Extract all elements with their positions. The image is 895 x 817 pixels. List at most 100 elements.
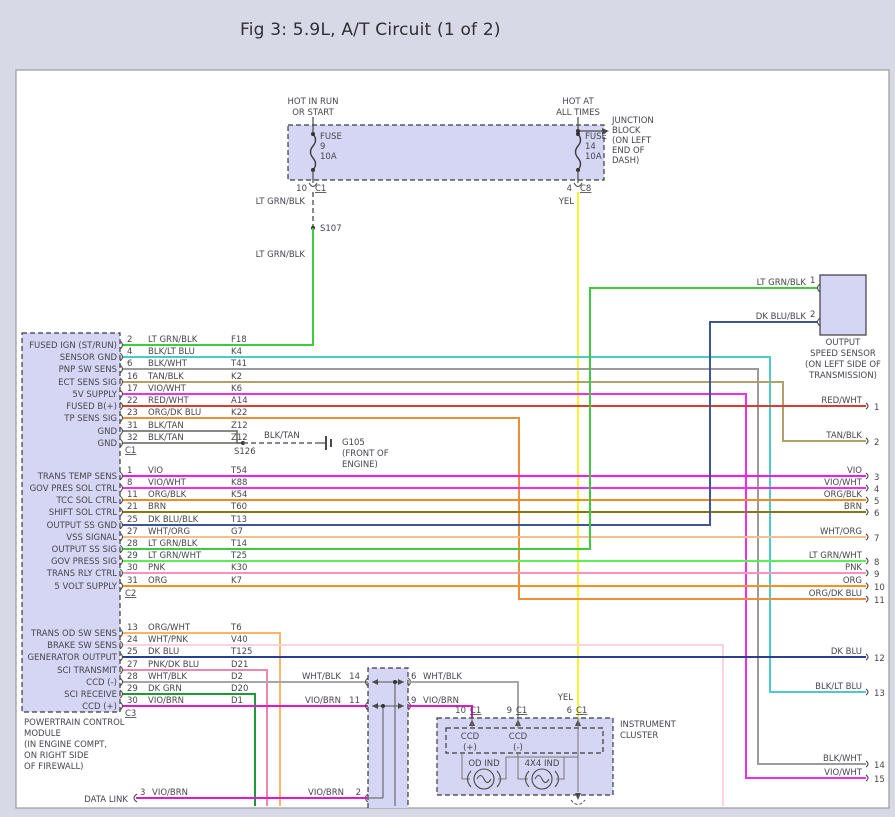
edge-wire-label: BRN bbox=[844, 502, 862, 512]
ground-label: (FRONT OF bbox=[342, 449, 389, 459]
wire-color-label: WHT/BLK bbox=[423, 672, 462, 682]
pcm-wire-color: ORG/DK BLU bbox=[148, 408, 201, 418]
edge-pin-number: 8 bbox=[874, 558, 879, 568]
jb-connector-ref: C1 bbox=[315, 184, 326, 194]
pcm-connector-ref: C2 bbox=[125, 589, 136, 599]
edge-wire-label: ORG bbox=[843, 576, 862, 586]
edge-pin-number: 15 bbox=[874, 775, 885, 785]
pcm-pin-number: 13 bbox=[127, 623, 138, 633]
pcm-wire-color: BLK/TAN bbox=[148, 433, 184, 443]
connector-pin-number: 14 bbox=[349, 672, 360, 682]
pcm-pin-number: 30 bbox=[127, 696, 138, 706]
pcm-signal-label: GOV PRES SOL CTRL bbox=[30, 484, 118, 494]
pcm-pin-number: 28 bbox=[127, 539, 138, 549]
pcm-signal-label: TCC SOL CTRL bbox=[55, 496, 117, 506]
data-link-label: DATA LINK bbox=[84, 795, 128, 805]
sensor-caption: OUTPUT bbox=[826, 338, 861, 348]
wire-color-label: BLK/TAN bbox=[264, 431, 300, 441]
junction-block-label: BLOCK bbox=[612, 126, 641, 136]
cluster-connector-ref: C1 bbox=[576, 706, 587, 716]
pcm-connector-ref: C3 bbox=[125, 709, 136, 719]
pcm-signal-label: GENERATOR OUTPUT bbox=[27, 653, 117, 663]
pcm-wire-color: TAN/BLK bbox=[147, 372, 184, 382]
pcm-circuit-code: T54 bbox=[230, 466, 247, 476]
ccd-plus-label: (+) bbox=[463, 743, 477, 753]
junction-block-label: END OF bbox=[612, 146, 645, 156]
wire-color-label: LT GRN/BLK bbox=[757, 278, 807, 288]
pcm-signal-label: GND bbox=[98, 439, 118, 449]
pcm-pin-number: 2 bbox=[127, 335, 132, 345]
pcm-wire-color: PNK/DK BLU bbox=[148, 660, 199, 670]
pcm-pin-number: 32 bbox=[127, 433, 138, 443]
pcm-signal-label: PNP SW SENS bbox=[59, 365, 117, 375]
wire-color-label: VIO/BRN bbox=[308, 788, 344, 798]
edge-wire-label: RED/WHT bbox=[821, 396, 862, 406]
edge-wire-label: BLK/LT BLU bbox=[815, 682, 862, 692]
pcm-caption: MODULE bbox=[24, 729, 61, 739]
junction-block-label: (ON LEFT bbox=[612, 136, 652, 146]
ccd-plus-label: CCD bbox=[461, 732, 480, 742]
pcm-signal-label: SCI RECEIVE bbox=[64, 690, 117, 700]
connector-pin-number: 11 bbox=[349, 696, 360, 706]
pcm-pin-number: 25 bbox=[127, 647, 138, 657]
edge-pin-number: 7 bbox=[874, 534, 879, 544]
pcm-wire-color: ORG bbox=[148, 576, 167, 586]
pcm-pin-number: 31 bbox=[127, 421, 138, 431]
connector-pin-number: 9 bbox=[411, 696, 416, 706]
pcm-circuit-code: K6 bbox=[231, 384, 242, 394]
edge-wire-label: VIO/WHT bbox=[824, 768, 863, 778]
feed-source-label: ALL TIMES bbox=[556, 108, 600, 118]
junction-block-label: DASH) bbox=[612, 156, 639, 166]
splice-dot bbox=[311, 132, 315, 136]
pcm-caption: OF FIREWALL) bbox=[24, 762, 84, 772]
pcm-signal-label: 5 VOLT SUPPLY bbox=[54, 582, 117, 592]
edge-wire-label: ORG/DK BLU bbox=[809, 589, 862, 599]
pcm-circuit-code: T41 bbox=[230, 359, 247, 369]
pcm-wire-color: VIO/WHT bbox=[148, 384, 187, 394]
pcm-circuit-code: T125 bbox=[230, 647, 252, 657]
pcm-circuit-code: F18 bbox=[231, 335, 247, 345]
splice-dot bbox=[381, 704, 385, 708]
sensor-pin-number: 1 bbox=[810, 276, 815, 286]
cluster-pin-number: 10 bbox=[455, 706, 466, 716]
pcm-pin-number: 17 bbox=[127, 384, 138, 394]
center-connector-fill bbox=[368, 668, 408, 808]
pcm-wire-color: BLK/LT BLU bbox=[148, 347, 195, 357]
pcm-caption: ON RIGHT SIDE bbox=[24, 751, 89, 761]
pcm-pin-number: 4 bbox=[127, 347, 132, 357]
pcm-pin-number: 8 bbox=[127, 478, 132, 488]
edge-pin-number: 5 bbox=[874, 497, 879, 507]
pcm-caption: (IN ENGINE COMPT, bbox=[24, 740, 107, 750]
pcm-circuit-code: A14 bbox=[231, 396, 248, 406]
pcm-wire-color: ORG/WHT bbox=[148, 623, 191, 633]
pcm-circuit-code: K7 bbox=[231, 576, 242, 586]
pcm-signal-label: FUSED B(+) bbox=[66, 402, 117, 412]
output-speed-sensor-box bbox=[820, 275, 866, 335]
pcm-circuit-code: D20 bbox=[231, 684, 248, 694]
edge-pin-number: 10 bbox=[874, 583, 885, 593]
pcm-circuit-code: D21 bbox=[231, 660, 248, 670]
splice-label: S107 bbox=[320, 224, 342, 234]
pcm-wire-color: VIO/BRN bbox=[148, 696, 184, 706]
pcm-wire-color: BLK/TAN bbox=[148, 421, 184, 431]
pcm-connector-ref: C1 bbox=[125, 446, 136, 456]
cluster-pin-number: 9 bbox=[507, 706, 512, 716]
connector-pin-number: 6 bbox=[411, 672, 416, 682]
pcm-circuit-code: K30 bbox=[231, 563, 247, 573]
fuse-label: FUSE bbox=[320, 132, 342, 142]
pcm-signal-label: CCD (-) bbox=[86, 678, 117, 688]
indicator-label: 4X4 IND bbox=[525, 759, 560, 769]
junction-block-label: JUNCTION bbox=[611, 116, 654, 126]
fuse-label: 10A bbox=[585, 152, 602, 162]
pcm-pin-number: 11 bbox=[127, 490, 138, 500]
pcm-pin-number: 6 bbox=[127, 359, 132, 369]
pcm-wire-color: BLK/WHT bbox=[148, 359, 188, 369]
connector-pin-number: 2 bbox=[356, 788, 361, 798]
pcm-circuit-code: Z12 bbox=[231, 421, 248, 431]
splice-label: S126 bbox=[234, 447, 256, 457]
edge-pin-number: 3 bbox=[874, 473, 879, 483]
pcm-signal-label: CCD (+) bbox=[82, 702, 117, 712]
pcm-circuit-code: T60 bbox=[230, 502, 247, 512]
fuse-label: 9 bbox=[320, 142, 325, 152]
pcm-wire-color: LT GRN/BLK bbox=[148, 539, 198, 549]
